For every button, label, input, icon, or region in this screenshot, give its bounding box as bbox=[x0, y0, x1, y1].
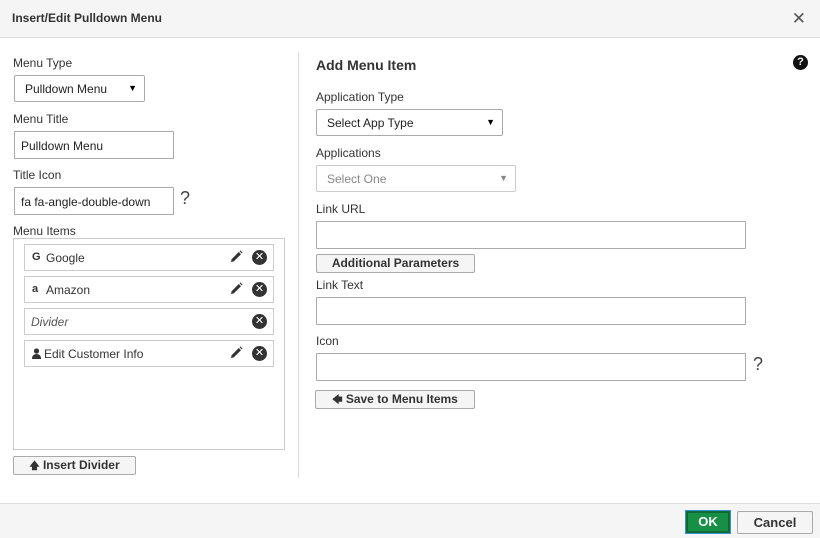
user-icon bbox=[32, 348, 41, 359]
arrow-up-icon: 🡅 bbox=[29, 461, 40, 472]
menu-item-label: Edit Customer Info bbox=[44, 347, 144, 361]
insert-divider-label: Insert Divider bbox=[42, 458, 120, 472]
menu-item-edit-customer-info[interactable]: Edit Customer Info ✕ bbox=[24, 340, 274, 367]
arrow-left-icon: 🡄 bbox=[332, 395, 343, 406]
menu-type-select[interactable]: Pulldown Menu ▼ bbox=[14, 75, 145, 102]
menu-item-google[interactable]: G Google ✕ bbox=[24, 244, 274, 271]
save-to-menu-items-label: Save to Menu Items bbox=[345, 392, 458, 406]
icon-help-icon[interactable]: ? bbox=[753, 354, 763, 375]
title-icon-label: Title Icon bbox=[13, 168, 62, 182]
link-text-input[interactable] bbox=[316, 297, 746, 325]
menu-item-amazon[interactable]: a Amazon ✕ bbox=[24, 276, 274, 303]
column-divider bbox=[298, 52, 299, 478]
app-type-value: Select App Type bbox=[327, 116, 414, 130]
menu-items-list: G Google ✕ a Amazon ✕ Divider ✕ Edit Cus… bbox=[13, 238, 285, 450]
applications-select[interactable]: Select One ▼ bbox=[316, 165, 516, 192]
link-url-input[interactable] bbox=[316, 221, 746, 249]
amazon-icon: a bbox=[32, 283, 39, 295]
menu-title-label: Menu Title bbox=[13, 112, 69, 126]
menu-item-label: Amazon bbox=[46, 283, 91, 297]
menu-type-value: Pulldown Menu bbox=[25, 82, 108, 96]
menu-type-label: Menu Type bbox=[13, 56, 73, 70]
link-text-label: Link Text bbox=[316, 278, 364, 292]
applications-label: Applications bbox=[316, 146, 381, 160]
dropdown-arrow-icon: ▼ bbox=[128, 83, 137, 93]
menu-item-label: Divider bbox=[31, 315, 69, 329]
dialog-footer: OK Cancel bbox=[0, 503, 820, 538]
menu-items-label: Menu Items bbox=[13, 224, 76, 238]
title-bar: Insert/Edit Pulldown Menu ✕ bbox=[0, 0, 820, 38]
remove-icon[interactable]: ✕ bbox=[252, 314, 267, 329]
title-icon-input[interactable]: fa fa-angle-double-down bbox=[14, 187, 174, 215]
menu-item-divider[interactable]: Divider ✕ bbox=[24, 308, 274, 335]
help-icon[interactable]: ? bbox=[793, 55, 808, 70]
ok-button[interactable]: OK bbox=[685, 510, 731, 534]
close-icon[interactable]: ✕ bbox=[792, 10, 806, 27]
applications-value: Select One bbox=[327, 172, 387, 186]
additional-parameters-button[interactable]: Additional Parameters bbox=[316, 254, 475, 273]
title-icon-help-icon[interactable]: ? bbox=[180, 188, 190, 209]
dropdown-arrow-icon: ▼ bbox=[499, 173, 508, 183]
save-to-menu-items-button[interactable]: 🡄 Save to Menu Items bbox=[315, 390, 475, 409]
app-type-select[interactable]: Select App Type ▼ bbox=[316, 109, 503, 136]
icon-input[interactable] bbox=[316, 353, 746, 381]
pencil-icon[interactable] bbox=[229, 282, 243, 296]
cancel-button[interactable]: Cancel bbox=[737, 511, 813, 534]
menu-item-label: Google bbox=[46, 251, 85, 265]
pencil-icon[interactable] bbox=[229, 250, 243, 264]
remove-icon[interactable]: ✕ bbox=[252, 250, 267, 265]
insert-divider-button[interactable]: 🡅 Insert Divider bbox=[13, 456, 136, 475]
app-type-label: Application Type bbox=[316, 90, 404, 104]
dropdown-arrow-icon: ▼ bbox=[486, 117, 495, 127]
remove-icon[interactable]: ✕ bbox=[252, 282, 267, 297]
pencil-icon[interactable] bbox=[229, 346, 243, 360]
icon-label: Icon bbox=[316, 334, 339, 348]
add-menu-item-heading: Add Menu Item bbox=[316, 57, 417, 73]
pulldown-menu-dialog: Insert/Edit Pulldown Menu ✕ Menu Type Pu… bbox=[0, 0, 820, 538]
dialog-title: Insert/Edit Pulldown Menu bbox=[12, 11, 162, 25]
menu-title-input[interactable]: Pulldown Menu bbox=[14, 131, 174, 159]
remove-icon[interactable]: ✕ bbox=[252, 346, 267, 361]
google-icon: G bbox=[32, 251, 41, 263]
link-url-label: Link URL bbox=[316, 202, 366, 216]
